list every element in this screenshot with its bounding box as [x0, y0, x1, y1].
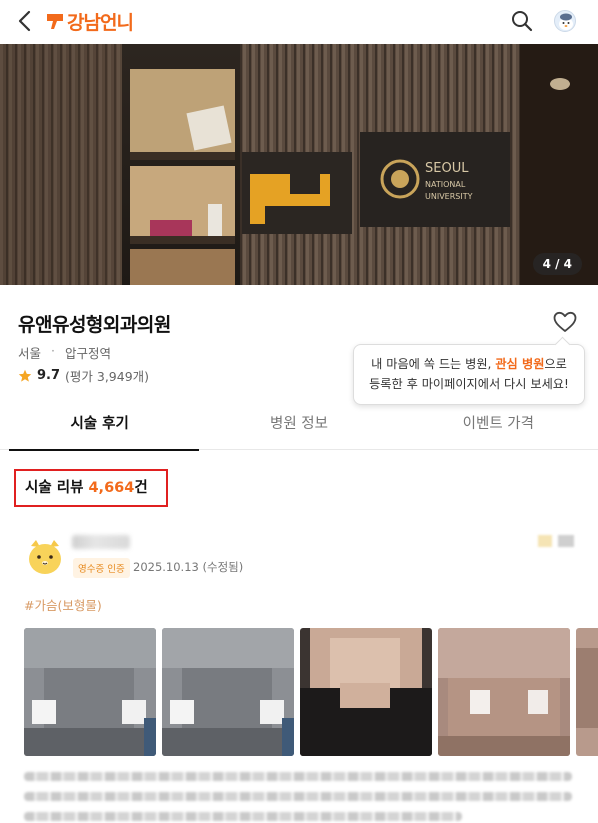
blurred-text-line	[24, 772, 572, 781]
tab-hospital-info[interactable]: 병원 정보	[199, 404, 398, 449]
review-meta-blurred	[538, 535, 576, 547]
reviewer-avatar-icon[interactable]	[26, 536, 64, 576]
hospital-region: 서울	[18, 346, 42, 361]
favorite-heart-icon[interactable]	[552, 310, 578, 334]
blurred-badge-a	[538, 535, 552, 547]
svg-text:NATIONAL: NATIONAL	[425, 180, 466, 189]
hospital-location: 서울 · 압구정역	[18, 343, 111, 362]
blurred-photo-image	[576, 628, 598, 756]
review-count-heading: 시술 리뷰 4,664건	[14, 469, 168, 507]
profile-avatar-icon[interactable]	[554, 10, 576, 32]
logo-mark-icon	[47, 14, 63, 29]
svg-text:UNIVERSITY: UNIVERSITY	[425, 192, 473, 201]
receipt-verified-badge: 영수증 인증	[73, 558, 130, 578]
blurred-photo-image	[162, 628, 294, 756]
review-photos	[24, 628, 598, 756]
tooltip-highlight: 관심 병원	[495, 357, 545, 371]
top-bar: 강남언니	[0, 0, 598, 44]
rating-count: (평가 3,949개)	[65, 369, 150, 384]
search-icon[interactable]	[510, 9, 534, 33]
blurred-photo-image	[438, 628, 570, 756]
app-logo[interactable]: 강남언니	[46, 8, 134, 34]
review-photo[interactable]	[438, 628, 570, 756]
favorite-tooltip: 내 마음에 쏙 드는 병원, 관심 병원으로 등록한 후 마이페이지에서 다시 …	[353, 344, 585, 405]
review-text-blurred	[24, 772, 572, 823]
blurred-badge-b	[558, 535, 574, 547]
tooltip-line-1: 내 마음에 쏙 드는 병원, 관심 병원으로	[364, 354, 574, 374]
review-photo[interactable]	[576, 628, 598, 756]
procedure-tag[interactable]: #가슴(보형물)	[24, 595, 102, 614]
app-name: 강남언니	[67, 11, 134, 34]
blurred-photo-image	[24, 628, 156, 756]
review-photo[interactable]	[300, 628, 432, 756]
review-photo[interactable]	[24, 628, 156, 756]
back-arrow-icon[interactable]	[14, 8, 38, 34]
separator-dot: ·	[51, 343, 55, 358]
star-icon	[18, 369, 32, 382]
hospital-hero-image[interactable]: SEOUL NATIONAL UNIVERSITY 4 / 4	[0, 44, 598, 285]
tab-event-price[interactable]: 이벤트 가격	[399, 404, 598, 449]
tooltip-text: 내 마음에 쏙 드는 병원,	[371, 357, 496, 371]
review-photo[interactable]	[162, 628, 294, 756]
clinic-interior-photo: SEOUL NATIONAL UNIVERSITY	[0, 44, 598, 285]
tab-procedure-reviews[interactable]: 시술 후기	[0, 404, 200, 451]
blurred-photo-image	[300, 628, 432, 756]
tooltip-line-2: 등록한 후 마이페이지에서 다시 보세요!	[369, 377, 569, 391]
hospital-name: 유앤유성형외과의원	[18, 314, 171, 336]
svg-text:SEOUL: SEOUL	[425, 161, 469, 176]
tooltip-text-suffix: 으로	[544, 357, 567, 371]
rating-score: 9.7	[37, 368, 61, 383]
blurred-text-line	[24, 812, 463, 821]
hospital-station: 압구정역	[65, 346, 112, 361]
character-face-icon	[559, 13, 573, 30]
content-tabs: 시술 후기 병원 정보 이벤트 가격	[0, 404, 598, 451]
review-count-number: 4,664	[88, 480, 135, 496]
blurred-text-line	[24, 792, 572, 801]
review-date: 2025.10.13 (수정됨)	[133, 560, 244, 574]
hospital-rating: 9.7 (평가 3,949개)	[18, 366, 149, 385]
review-count-unit: 건	[134, 480, 148, 496]
reviewer-name-blurred	[72, 535, 130, 549]
image-counter: 4 / 4	[532, 253, 582, 275]
review-count-label: 시술 리뷰	[25, 480, 89, 496]
